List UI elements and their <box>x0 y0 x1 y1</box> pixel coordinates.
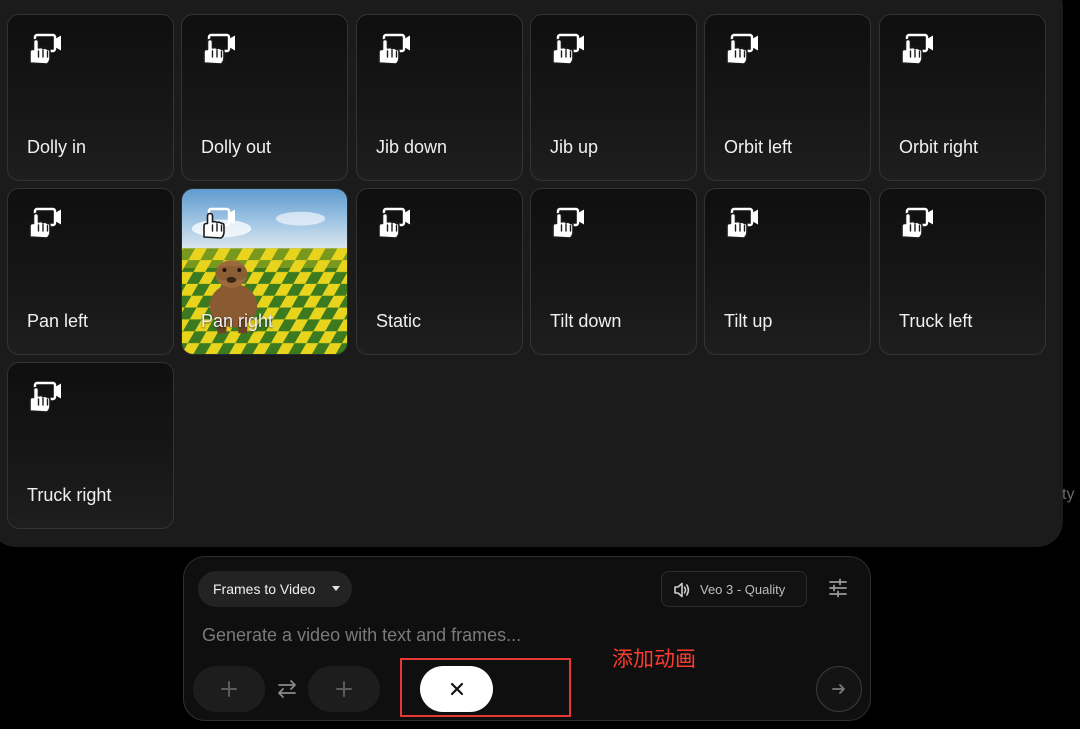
motion-label: Pan right <box>201 311 274 331</box>
motion-label: Orbit right <box>899 137 979 157</box>
hand-camera-icon <box>378 33 410 65</box>
motion-card-jib-down[interactable]: Jib down <box>356 14 523 181</box>
sliders-icon[interactable] <box>828 578 848 598</box>
motion-card-static[interactable]: Static <box>356 188 523 355</box>
annotation-highlight-box <box>400 658 571 717</box>
motion-label: Truck left <box>899 311 973 331</box>
motion-card-tilt-up[interactable]: Tilt up <box>704 188 871 355</box>
motion-card-pan-right[interactable]: Pan right <box>181 188 348 355</box>
motion-label: Dolly in <box>27 137 87 157</box>
model-label: Veo 3 - Quality <box>700 581 786 597</box>
motion-card-dolly-in[interactable]: Dolly in <box>7 14 174 181</box>
hand-camera-icon <box>203 33 235 65</box>
motion-label: Jib up <box>550 137 599 157</box>
hand-camera-icon <box>378 207 410 239</box>
hand-camera-icon <box>203 207 235 239</box>
hand-camera-icon <box>552 207 584 239</box>
mode-label: Frames to Video <box>213 581 316 597</box>
arrow-right-icon <box>832 684 845 694</box>
model-selector[interactable]: Veo 3 - Quality <box>661 571 807 607</box>
annotation-label: 添加动画 <box>612 647 696 671</box>
motion-card-pan-left[interactable]: Pan left <box>7 188 174 355</box>
send-button[interactable] <box>816 666 862 712</box>
hand-camera-icon <box>29 33 61 65</box>
plus-icon <box>221 681 237 697</box>
hand-camera-icon <box>726 207 758 239</box>
motion-card-truck-left[interactable]: Truck left <box>879 188 1046 355</box>
motion-card-orbit-left[interactable]: Orbit left <box>704 14 871 181</box>
motion-label: Pan left <box>27 311 89 331</box>
motion-card-tilt-down[interactable]: Tilt down <box>530 188 697 355</box>
motion-label: Truck right <box>27 485 112 505</box>
motion-card-orbit-right[interactable]: Orbit right <box>879 14 1046 181</box>
caret-down-icon <box>332 586 340 591</box>
start-frame-add-button[interactable] <box>193 666 265 712</box>
plus-icon <box>336 681 352 697</box>
mode-dropdown[interactable]: Frames to Video <box>198 571 352 607</box>
swap-arrows-icon[interactable] <box>275 679 299 699</box>
hand-camera-icon <box>29 207 61 239</box>
speaker-icon <box>674 582 690 598</box>
prompt-input[interactable] <box>202 623 802 647</box>
hand-camera-icon <box>552 33 584 65</box>
motion-label: Tilt down <box>550 311 622 331</box>
motion-card-dolly-out[interactable]: Dolly out <box>181 14 348 181</box>
camera-motion-grid: Dolly in Dolly out Jib down Jib up Orbit… <box>7 14 1047 530</box>
motion-label: Jib down <box>376 137 448 157</box>
motion-label: Dolly out <box>201 137 272 157</box>
hand-camera-icon <box>726 33 758 65</box>
motion-card-jib-up[interactable]: Jib up <box>530 14 697 181</box>
background-text: ty <box>1062 486 1075 503</box>
motion-card-truck-right[interactable]: Truck right <box>7 362 174 529</box>
motion-label: Orbit left <box>724 137 793 157</box>
motion-label: Tilt up <box>724 311 773 331</box>
hand-camera-icon <box>29 381 61 413</box>
end-frame-add-button[interactable] <box>308 666 380 712</box>
hand-camera-icon <box>901 207 933 239</box>
hand-camera-icon <box>901 33 933 65</box>
motion-label: Static <box>376 311 422 331</box>
